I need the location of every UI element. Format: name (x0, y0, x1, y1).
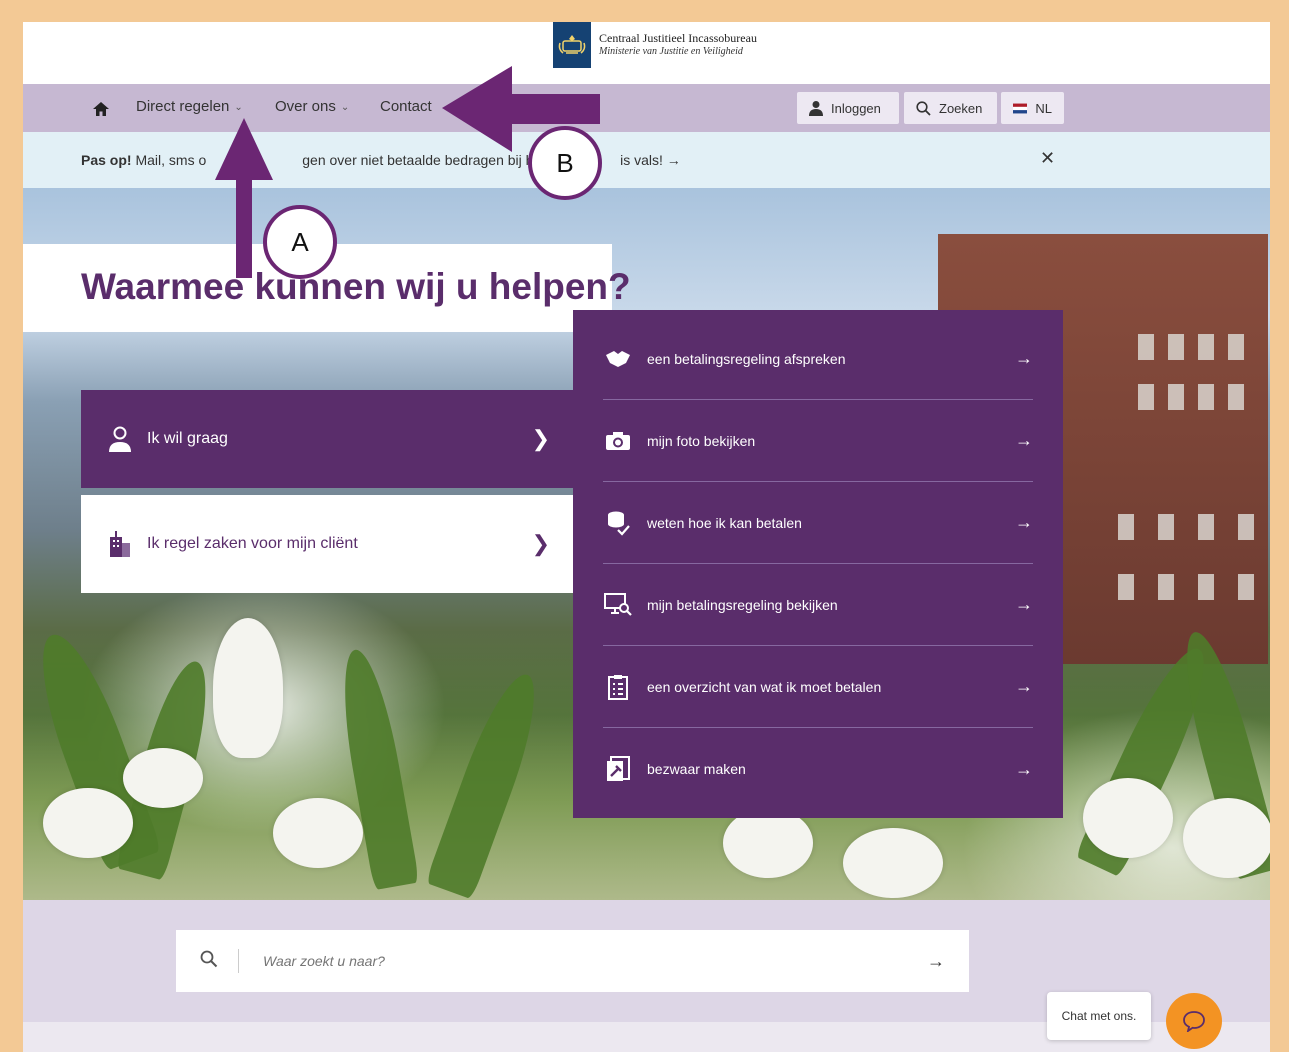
annotation-label-b: B (528, 126, 602, 200)
annotation-overlay (215, 66, 600, 278)
annotation-label-a: A (263, 205, 337, 279)
